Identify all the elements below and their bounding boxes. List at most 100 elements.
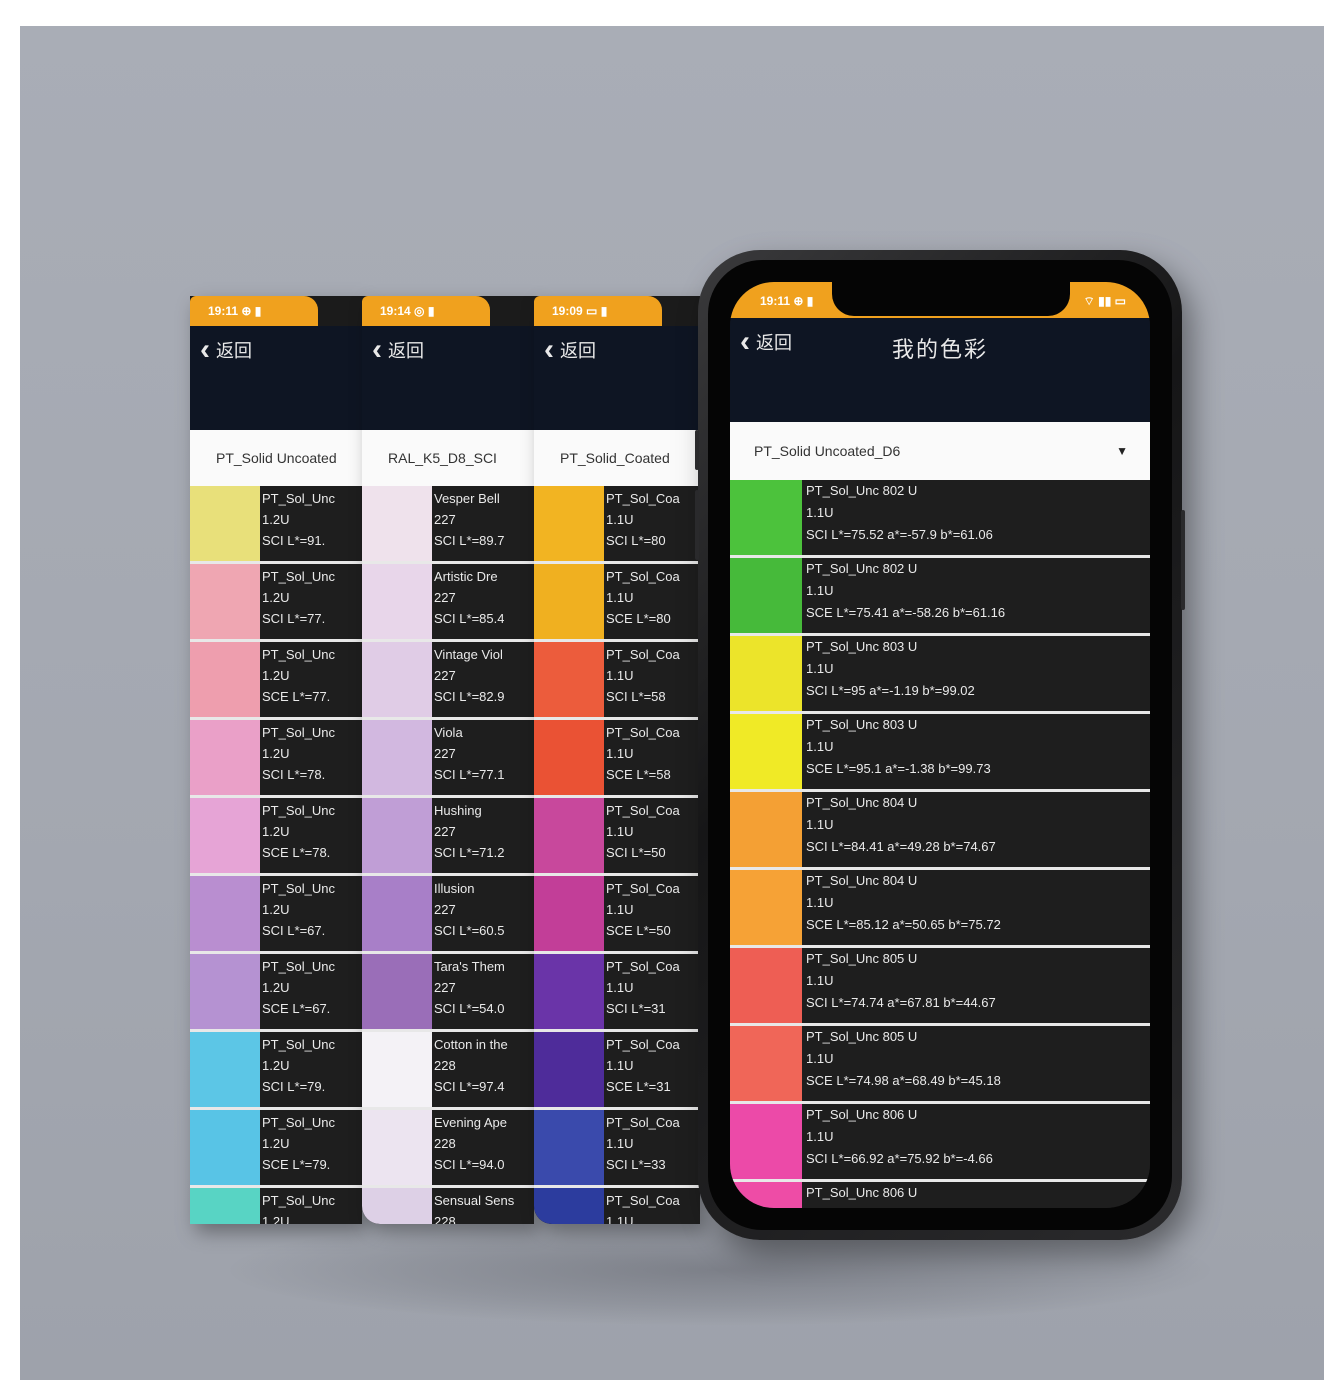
library-select[interactable]: PT_Solid Uncoated (190, 430, 362, 486)
color-code: 1.2U (262, 512, 290, 527)
list-item[interactable]: PT_Sol_Coa 1.1U (534, 1188, 700, 1224)
color-name: Illusion (434, 881, 475, 896)
list-item[interactable]: PT_Sol_Unc 803 U 1.1U SCE L*=95.1 a*=-1.38… (730, 714, 1150, 792)
list-item[interactable]: Illusion 227 SCI L*=60.5 (362, 876, 534, 954)
color-lab-values: SCI L*=94.0 (434, 1157, 505, 1172)
screen-panel-3: 19:09 ▭ ▮ ‹ 返回 PT_Solid_Coated PT_Sol_Co… (534, 296, 700, 1224)
color-lab-values: SCI L*=91. (262, 533, 326, 548)
list-item[interactable]: Sensual Sens 228 (362, 1188, 534, 1224)
list-item[interactable]: PT_Sol_Unc 1.2U SCI L*=67. (190, 876, 362, 954)
page-title: 我的色彩 (891, 338, 988, 363)
color-name: Vintage Viol (434, 647, 503, 662)
list-item[interactable]: PT_Sol_Unc 802 U 1.1U SCI L*=75.52 a*=-57.… (730, 480, 1150, 558)
color-list: Vesper Bell 227 SCI L*=89.7 Artistic Dre 227… (362, 486, 534, 1224)
list-item[interactable]: Artistic Dre 227 SCI L*=85.4 (362, 564, 534, 642)
screen-panel-1: 19:11 ⊕ ▮ ‹ 返回 PT_Solid Uncoated PT_Sol_… (190, 296, 362, 1224)
list-item[interactable]: PT_Sol_Coa 1.1U SCE L*=31 (534, 1032, 700, 1110)
color-info: Cotton in the 228 SCI L*=97.4 (432, 1032, 508, 1107)
list-item[interactable]: Viola 227 SCI L*=77.1 (362, 720, 534, 798)
list-item[interactable]: Vintage Viol 227 SCI L*=82.9 (362, 642, 534, 720)
list-item[interactable]: PT_Sol_Coa 1.1U SCI L*=31 (534, 954, 700, 1032)
status-bar: 19:14 ◎ ▮ (362, 296, 490, 326)
color-code: 228 (434, 1136, 456, 1151)
list-item[interactable]: PT_Sol_Unc 1.2U SCE L*=78. (190, 798, 362, 876)
color-info: PT_Sol_Coa 1.1U SCE L*=58 (604, 720, 680, 795)
list-item[interactable]: PT_Sol_Coa 1.1U SCI L*=50 (534, 798, 700, 876)
list-item[interactable]: PT_Sol_Unc 1.2U SCE L*=77. (190, 642, 362, 720)
color-info: PT_Sol_Unc 803 U 1.1U SCI L*=95 a*=-1.19 b… (802, 636, 975, 711)
library-select[interactable]: RAL_K5_D8_SCI (362, 430, 534, 486)
list-item[interactable]: PT_Sol_Unc 1.2U SCI L*=77. (190, 564, 362, 642)
color-info: Hushing 227 SCI L*=71.2 (432, 798, 504, 873)
back-button[interactable]: ‹ 返回 (544, 335, 596, 365)
color-code: 1.1U (606, 746, 634, 761)
library-select[interactable]: PT_Solid Uncoated_D6 ▼ (730, 422, 1150, 480)
color-swatch (534, 798, 604, 873)
color-swatch (534, 564, 604, 639)
list-item[interactable]: PT_Sol_Unc 805 U 1.1U SCI L*=74.74 a*=67.8… (730, 948, 1150, 1026)
color-info: PT_Sol_Unc 1.2U SCI L*=79. (260, 1032, 335, 1107)
list-item[interactable]: PT_Sol_Unc 1.2U SCE L*=79. (190, 1110, 362, 1188)
color-name: PT_Sol_Coa (606, 491, 680, 506)
color-name: Viola (434, 725, 463, 740)
list-item[interactable]: PT_Sol_Unc 1.2U SCE L*=67. (190, 954, 362, 1032)
color-info: PT_Sol_Unc 1.2U SCE L*=79. (260, 1110, 335, 1185)
back-button[interactable]: ‹ 返回 (372, 335, 424, 365)
color-code: 1.2U (262, 1136, 290, 1151)
library-select[interactable]: PT_Solid_Coated (534, 430, 700, 486)
list-item[interactable]: PT_Sol_Coa 1.1U SCI L*=33 (534, 1110, 700, 1188)
list-item[interactable]: PT_Sol_Unc 803 U 1.1U SCI L*=95 a*=-1.19 b… (730, 636, 1150, 714)
color-name: PT_Sol_Coa (606, 959, 680, 974)
list-item[interactable]: PT_Sol_Unc 1.2U SCI L*=78. (190, 720, 362, 798)
list-item[interactable]: PT_Sol_Unc 1.2U (190, 1188, 362, 1224)
color-swatch (362, 642, 432, 717)
list-item[interactable]: PT_Sol_Coa 1.1U SCI L*=58 (534, 642, 700, 720)
color-lab-values: SCE L*=77. (262, 689, 331, 704)
list-item[interactable]: PT_Sol_Unc 1.2U SCI L*=79. (190, 1032, 362, 1110)
list-item[interactable]: Cotton in the 228 SCI L*=97.4 (362, 1032, 534, 1110)
color-code: 1.2U (262, 746, 290, 761)
list-item[interactable]: PT_Sol_Unc 806 U 1.1U SCI L*=66.92 a*=75.9… (730, 1104, 1150, 1182)
list-item[interactable]: Tara's Them 227 SCI L*=54.0 (362, 954, 534, 1032)
color-lab-values: SCE L*=78. (262, 845, 331, 860)
color-name: Artistic Dre (434, 569, 498, 584)
list-item[interactable]: PT_Sol_Unc 804 U 1.1U SCE L*=85.12 a*=50.6… (730, 870, 1150, 948)
list-item[interactable]: PT_Sol_Coa 1.1U SCE L*=50 (534, 876, 700, 954)
color-info: PT_Sol_Unc 1.2U SCE L*=67. (260, 954, 335, 1029)
back-label: 返回 (216, 341, 252, 362)
list-item[interactable]: PT_Sol_Unc 1.2U SCI L*=91. (190, 486, 362, 564)
color-info: Vesper Bell 227 SCI L*=89.7 (432, 486, 504, 561)
color-code: 1.1U (806, 739, 834, 754)
color-lab-values: SCI L*=82.9 (434, 689, 505, 704)
list-item[interactable]: PT_Sol_Coa 1.1U SCI L*=80 (534, 486, 700, 564)
color-name: PT_Sol_Coa (606, 725, 680, 740)
color-info: Viola 227 SCI L*=77.1 (432, 720, 504, 795)
color-lab-values: SCI L*=60.5 (434, 923, 505, 938)
list-item[interactable]: Hushing 227 SCI L*=71.2 (362, 798, 534, 876)
color-code: 1.1U (606, 1214, 634, 1224)
list-item[interactable]: Vesper Bell 227 SCI L*=89.7 (362, 486, 534, 564)
color-info: PT_Sol_Unc 804 U 1.1U SCE L*=85.12 a*=50.6… (802, 870, 1001, 945)
phone-frame: 19:11 ⊕ ▮ ⌔ ▮▮ ▭ ‹ 返回 我的色彩 PT_Solid Unco… (695, 250, 1185, 1240)
color-info: PT_Sol_Unc 1.2U SCI L*=67. (260, 876, 335, 951)
color-info: PT_Sol_Coa 1.1U SCE L*=31 (604, 1032, 680, 1107)
color-info: PT_Sol_Unc 805 U 1.1U SCI L*=74.74 a*=67.8… (802, 948, 996, 1023)
list-item[interactable]: PT_Sol_Coa 1.1U SCE L*=58 (534, 720, 700, 798)
list-item[interactable]: PT_Sol_Unc 806 U 1.1U (730, 1182, 1150, 1208)
color-name: Hushing (434, 803, 482, 818)
color-info: Evening Ape 228 SCI L*=94.0 (432, 1110, 507, 1185)
list-item[interactable]: Evening Ape 228 SCI L*=94.0 (362, 1110, 534, 1188)
color-info: PT_Sol_Unc 804 U 1.1U SCI L*=84.41 a*=49.2… (802, 792, 996, 867)
list-item[interactable]: PT_Sol_Unc 805 U 1.1U SCE L*=74.98 a*=68.4… (730, 1026, 1150, 1104)
color-name: PT_Sol_Unc (262, 881, 335, 896)
list-item[interactable]: PT_Sol_Unc 804 U 1.1U SCI L*=84.41 a*=49.2… (730, 792, 1150, 870)
color-name: PT_Sol_Coa (606, 569, 680, 584)
list-item[interactable]: PT_Sol_Unc 802 U 1.1U SCE L*=75.41 a*=-58.… (730, 558, 1150, 636)
color-lab-values: SCI L*=79. (262, 1079, 326, 1094)
list-item[interactable]: PT_Sol_Coa 1.1U SCE L*=80 (534, 564, 700, 642)
color-info: PT_Sol_Coa 1.1U SCI L*=58 (604, 642, 680, 717)
color-swatch (362, 720, 432, 795)
back-button[interactable]: ‹ 返回 (200, 335, 252, 365)
color-code: 1.2U (262, 668, 290, 683)
color-code: 1.2U (262, 590, 290, 605)
